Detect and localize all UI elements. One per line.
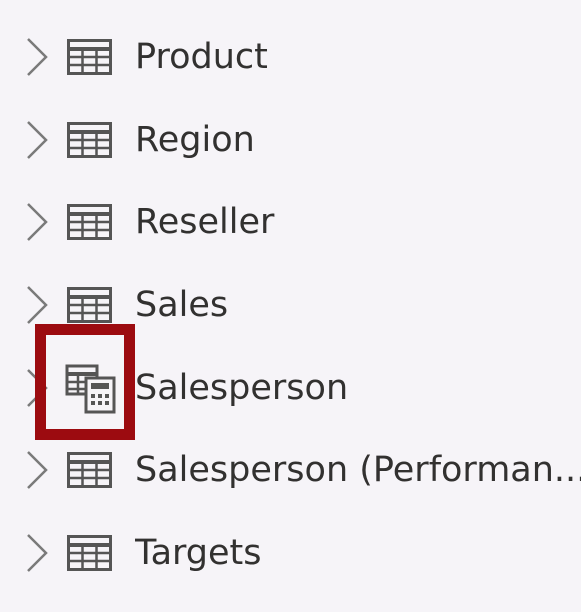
highlight-box (35, 324, 135, 440)
chevron-right-icon[interactable] (24, 200, 50, 244)
chevron-right-icon[interactable] (24, 448, 50, 492)
tree-item-label[interactable]: Region (135, 118, 581, 162)
chevron-right-icon[interactable] (24, 35, 50, 79)
tree-item-reseller[interactable]: Reseller (0, 192, 581, 252)
tree-item-targets[interactable]: Targets (0, 523, 581, 583)
tree-item-label[interactable]: Sales (135, 283, 581, 327)
tree-item-product[interactable]: Product (0, 27, 581, 87)
table-icon (67, 452, 112, 488)
tree-item-label[interactable]: Reseller (135, 200, 581, 244)
tree-item-label[interactable]: Salesperson (Performan... (135, 448, 581, 492)
table-icon (67, 122, 112, 158)
tree-item-label[interactable]: Product (135, 35, 581, 79)
chevron-right-icon[interactable] (24, 531, 50, 575)
tree-item-label[interactable]: Salesperson (135, 366, 581, 410)
table-icon (67, 204, 112, 240)
tree-item-label[interactable]: Targets (135, 531, 581, 575)
table-icon (67, 39, 112, 75)
chevron-right-icon[interactable] (24, 118, 50, 162)
table-icon (67, 535, 112, 571)
tree-item-region[interactable]: Region (0, 110, 581, 170)
chevron-right-icon[interactable] (24, 283, 50, 327)
tree-item-salesperson-performance[interactable]: Salesperson (Performan... (0, 440, 581, 500)
table-icon (67, 287, 112, 323)
